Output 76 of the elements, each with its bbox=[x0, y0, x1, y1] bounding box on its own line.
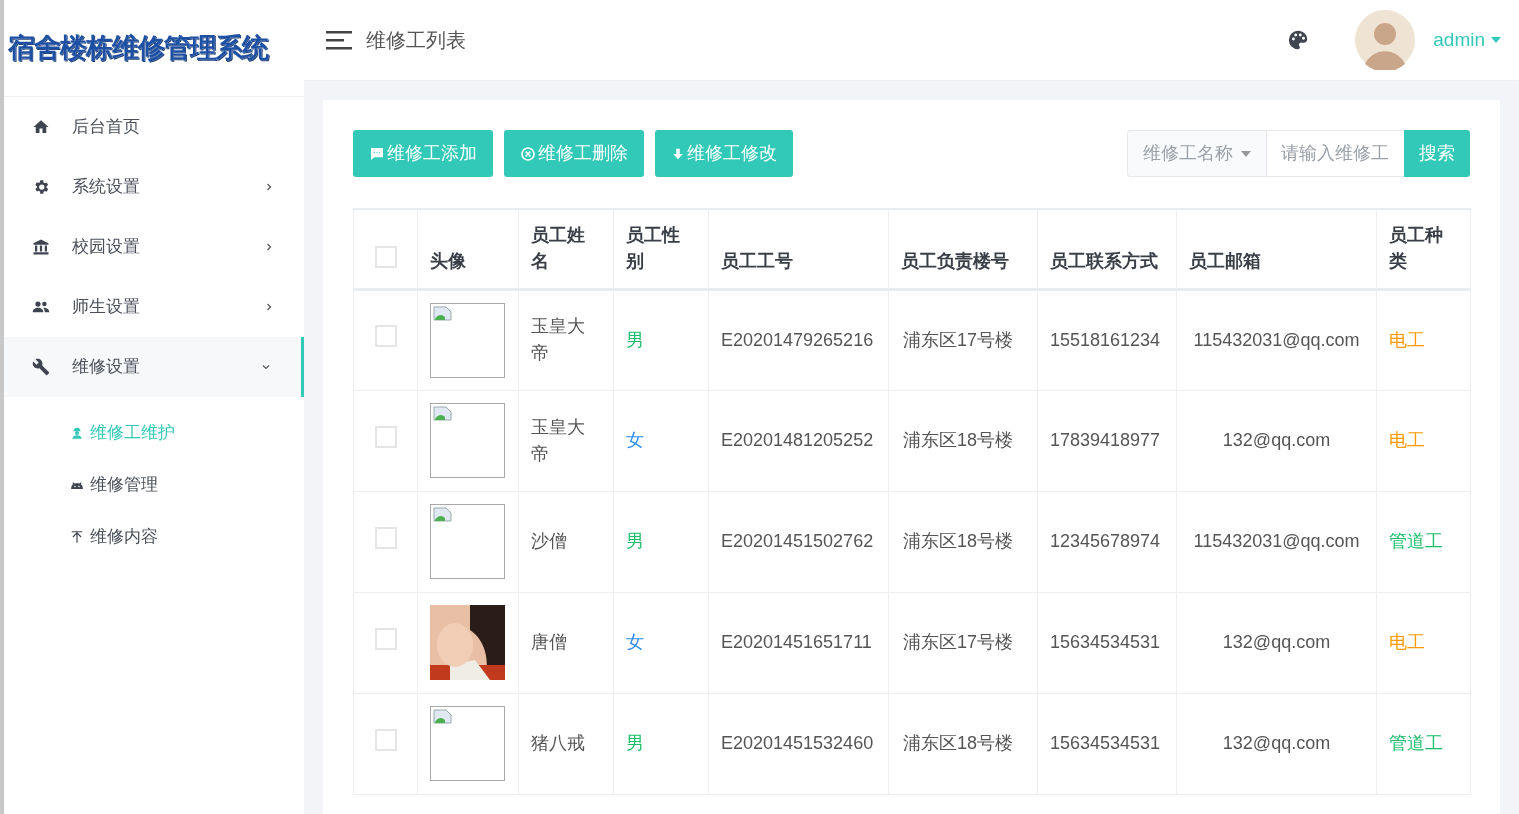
table-cell: 12345678974 bbox=[1050, 531, 1161, 551]
chevron-right-icon bbox=[264, 182, 274, 192]
comment-icon bbox=[369, 145, 385, 162]
checkbox[interactable] bbox=[374, 245, 397, 268]
table-cell: 浦东区17号楼 bbox=[903, 632, 1014, 652]
table-cell: 玉皇大帝 bbox=[531, 416, 585, 464]
table-cell: 132@qq.com bbox=[1222, 632, 1331, 652]
column-header: 员工联系方式 bbox=[1050, 250, 1158, 271]
checkbox[interactable] bbox=[374, 728, 397, 751]
home-icon bbox=[32, 118, 50, 136]
gender-label: 女 bbox=[626, 430, 644, 450]
column-header: 员工负责楼号 bbox=[901, 250, 1009, 271]
column-header: 员工姓名 bbox=[531, 224, 585, 271]
column-header: 员工邮箱 bbox=[1189, 250, 1261, 271]
sidebar-item[interactable]: 系统设置 bbox=[4, 157, 304, 217]
type-label: 管道工 bbox=[1389, 733, 1443, 753]
type-label: 电工 bbox=[1389, 329, 1425, 350]
table-cell: 15634534531 bbox=[1050, 632, 1161, 652]
table-cell: 玉皇大帝 bbox=[531, 316, 585, 363]
arrow-up-icon bbox=[70, 530, 84, 544]
sidebar-item[interactable]: 维修设置 bbox=[4, 337, 304, 397]
worker-icon bbox=[70, 426, 84, 440]
table-cell: 唐僧 bbox=[531, 632, 567, 652]
column-header: 头像 bbox=[430, 250, 466, 271]
table-cell: 17839418977 bbox=[1050, 430, 1161, 450]
table-cell: 猪八戒 bbox=[531, 733, 585, 753]
table-cell: 浦东区18号楼 bbox=[903, 733, 1014, 753]
avatar[interactable] bbox=[1355, 10, 1416, 70]
table-cell: 沙僧 bbox=[531, 531, 567, 551]
table-cell: E20201479265216 bbox=[721, 329, 874, 350]
type-label: 管道工 bbox=[1389, 531, 1443, 551]
table-cell: E20201451532460 bbox=[721, 733, 874, 753]
table-cell: 115432031@qq.com bbox=[1193, 329, 1360, 350]
menu-icon[interactable] bbox=[326, 30, 352, 50]
caret-down-icon bbox=[1491, 37, 1501, 43]
column-header: 员工种类 bbox=[1389, 224, 1443, 271]
column-header: 员工工号 bbox=[721, 250, 793, 271]
app-logo: 宿舍楼栋维修管理系统 bbox=[8, 31, 268, 65]
table-cell: 15634534531 bbox=[1050, 733, 1161, 753]
gender-label: 男 bbox=[626, 531, 644, 551]
table-cell: 15518161234 bbox=[1050, 329, 1161, 350]
type-label: 电工 bbox=[1389, 430, 1425, 450]
caret-down-icon bbox=[1241, 150, 1251, 157]
table-cell: 132@qq.com bbox=[1222, 430, 1331, 450]
chevron-right-icon bbox=[264, 242, 274, 252]
table-cell: 浦东区17号楼 bbox=[903, 329, 1014, 350]
chevron-down-icon bbox=[261, 362, 271, 372]
table-cell: E20201481205252 bbox=[721, 430, 874, 450]
table-cell: 115432031@qq.com bbox=[1193, 531, 1360, 551]
submenu-item[interactable]: 维修内容 bbox=[4, 511, 304, 563]
gender-label: 男 bbox=[626, 733, 644, 753]
sidebar-item[interactable]: 师生设置 bbox=[4, 277, 304, 337]
arrow-down-icon bbox=[671, 146, 685, 161]
bank-icon bbox=[32, 238, 50, 256]
table-cell: 浦东区18号楼 bbox=[903, 430, 1014, 450]
table-cell: E20201451502762 bbox=[721, 531, 874, 551]
wrench-icon bbox=[32, 358, 50, 376]
sidebar-item[interactable]: 后台首页 bbox=[4, 97, 304, 157]
table-cell: 132@qq.com bbox=[1222, 733, 1331, 753]
palette-icon[interactable] bbox=[1287, 29, 1310, 51]
gender-label: 男 bbox=[626, 329, 644, 350]
checkbox[interactable] bbox=[374, 526, 397, 549]
page-title: 维修工列表 bbox=[366, 28, 467, 53]
checkbox[interactable] bbox=[374, 325, 397, 347]
submenu-item[interactable]: 维修管理 bbox=[4, 459, 304, 511]
table-cell: 浦东区18号楼 bbox=[903, 531, 1014, 551]
checkbox[interactable] bbox=[374, 627, 397, 650]
gender-label: 女 bbox=[626, 632, 644, 652]
column-header: 员工性别 bbox=[626, 224, 680, 271]
search-field[interactable]: 请输入维修工 bbox=[1267, 130, 1404, 177]
sidebar-item[interactable]: 校园设置 bbox=[4, 217, 304, 277]
chevron-right-icon bbox=[264, 302, 274, 312]
table-cell: E20201451651711 bbox=[721, 632, 872, 652]
type-label: 电工 bbox=[1389, 632, 1425, 652]
checkbox[interactable] bbox=[374, 425, 397, 448]
close-circle-icon bbox=[520, 145, 536, 162]
